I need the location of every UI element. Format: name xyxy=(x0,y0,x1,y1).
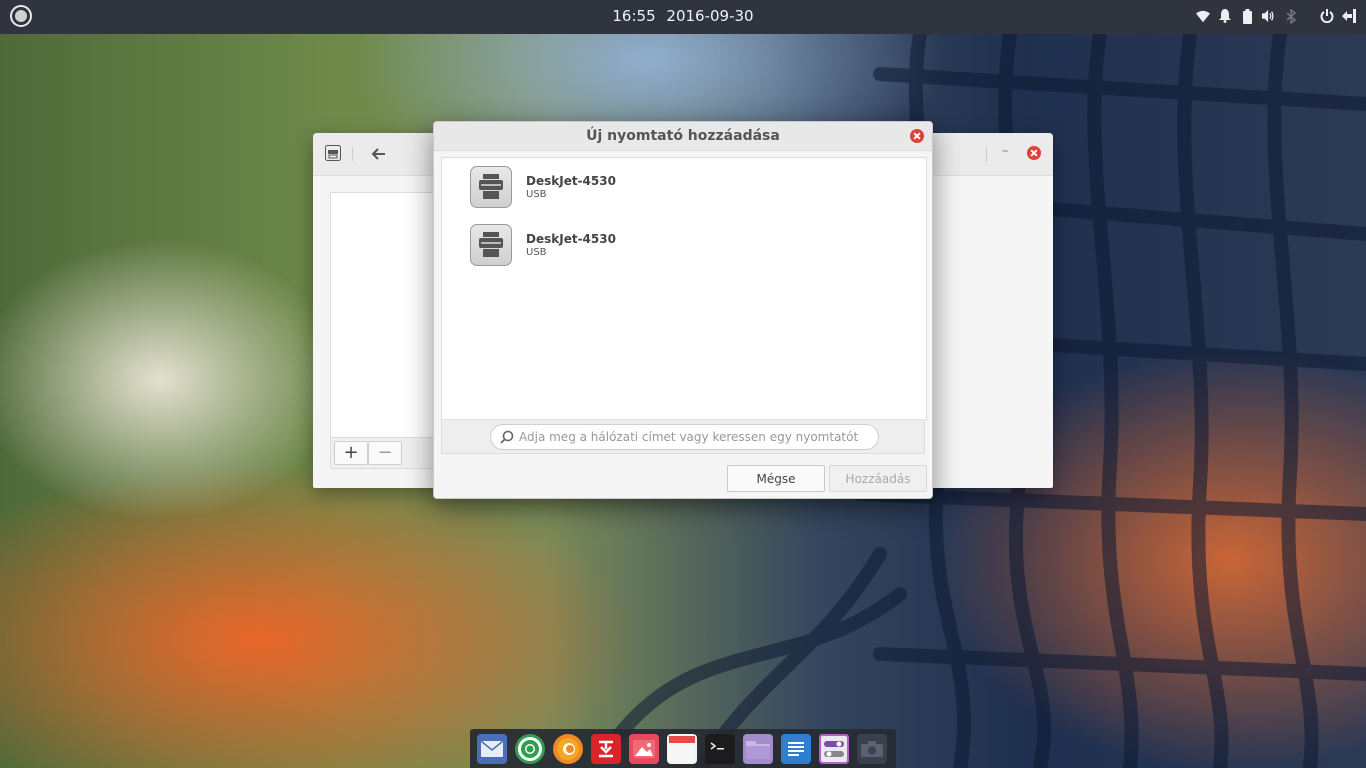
printer-row[interactable]: DeskJet-4530 USB xyxy=(442,159,926,217)
dialog-title: Új nyomtató hozzáadása xyxy=(434,122,932,151)
printer-list: DeskJet-4530 USB DeskJet-4530 USB xyxy=(441,157,927,421)
header-separator-right xyxy=(986,146,987,162)
volume-icon[interactable] xyxy=(1262,8,1276,24)
calendar-icon[interactable] xyxy=(667,733,697,764)
text-editor-icon[interactable] xyxy=(781,733,811,764)
remove-printer-button[interactable]: − xyxy=(368,441,402,465)
printer-device-icon xyxy=(470,166,512,208)
battery-icon[interactable] xyxy=(1240,8,1254,24)
printer-connection: USB xyxy=(526,247,547,258)
clock[interactable]: 16:55 2016-09-30 xyxy=(0,7,1366,25)
search-bar xyxy=(441,419,925,454)
back-arrow-icon[interactable] xyxy=(369,144,389,164)
terminal-icon[interactable] xyxy=(705,733,735,764)
power-icon[interactable] xyxy=(1320,8,1334,24)
add-printer-button[interactable]: + xyxy=(334,441,368,465)
printer-name: DeskJet-4530 xyxy=(526,174,616,188)
minimize-button[interactable]: – xyxy=(997,143,1013,159)
clock-time: 16:55 xyxy=(612,7,656,25)
printer-connection: USB xyxy=(526,189,547,200)
header-separator xyxy=(352,147,353,161)
logout-icon[interactable] xyxy=(1342,8,1356,24)
chrome-icon[interactable] xyxy=(515,733,545,764)
printer-list-panel xyxy=(330,192,442,438)
wifi-icon[interactable] xyxy=(1196,8,1210,24)
software-center-icon[interactable] xyxy=(591,733,621,764)
files-icon[interactable] xyxy=(743,733,773,764)
add-button[interactable]: Hozzáadás xyxy=(829,465,927,492)
firefox-icon[interactable] xyxy=(553,733,583,764)
search-input[interactable] xyxy=(490,424,879,450)
settings-icon[interactable] xyxy=(819,733,849,764)
separator xyxy=(1306,8,1312,24)
dock xyxy=(470,729,896,768)
printer-device-icon xyxy=(470,224,512,266)
clock-date: 2016-09-30 xyxy=(666,7,754,25)
printer-row[interactable]: DeskJet-4530 USB xyxy=(442,217,926,275)
indicator-area xyxy=(1196,8,1356,24)
photos-icon[interactable] xyxy=(629,733,659,764)
mail-icon[interactable] xyxy=(477,733,507,764)
search-icon xyxy=(500,430,514,448)
printer-list-toolbar: + − xyxy=(330,437,440,469)
close-button[interactable] xyxy=(1027,146,1041,160)
top-panel: 16:55 2016-09-30 xyxy=(0,0,1366,34)
printer-icon xyxy=(325,145,341,165)
add-printer-dialog: Új nyomtató hozzáadása DeskJet-4530 USB … xyxy=(433,121,933,499)
printer-name: DeskJet-4530 xyxy=(526,232,616,246)
cancel-button[interactable]: Mégse xyxy=(727,465,825,492)
bell-icon[interactable] xyxy=(1218,8,1232,24)
dialog-close-button[interactable] xyxy=(910,129,924,143)
bluetooth-icon[interactable] xyxy=(1284,8,1298,24)
camera-icon[interactable] xyxy=(857,733,887,764)
